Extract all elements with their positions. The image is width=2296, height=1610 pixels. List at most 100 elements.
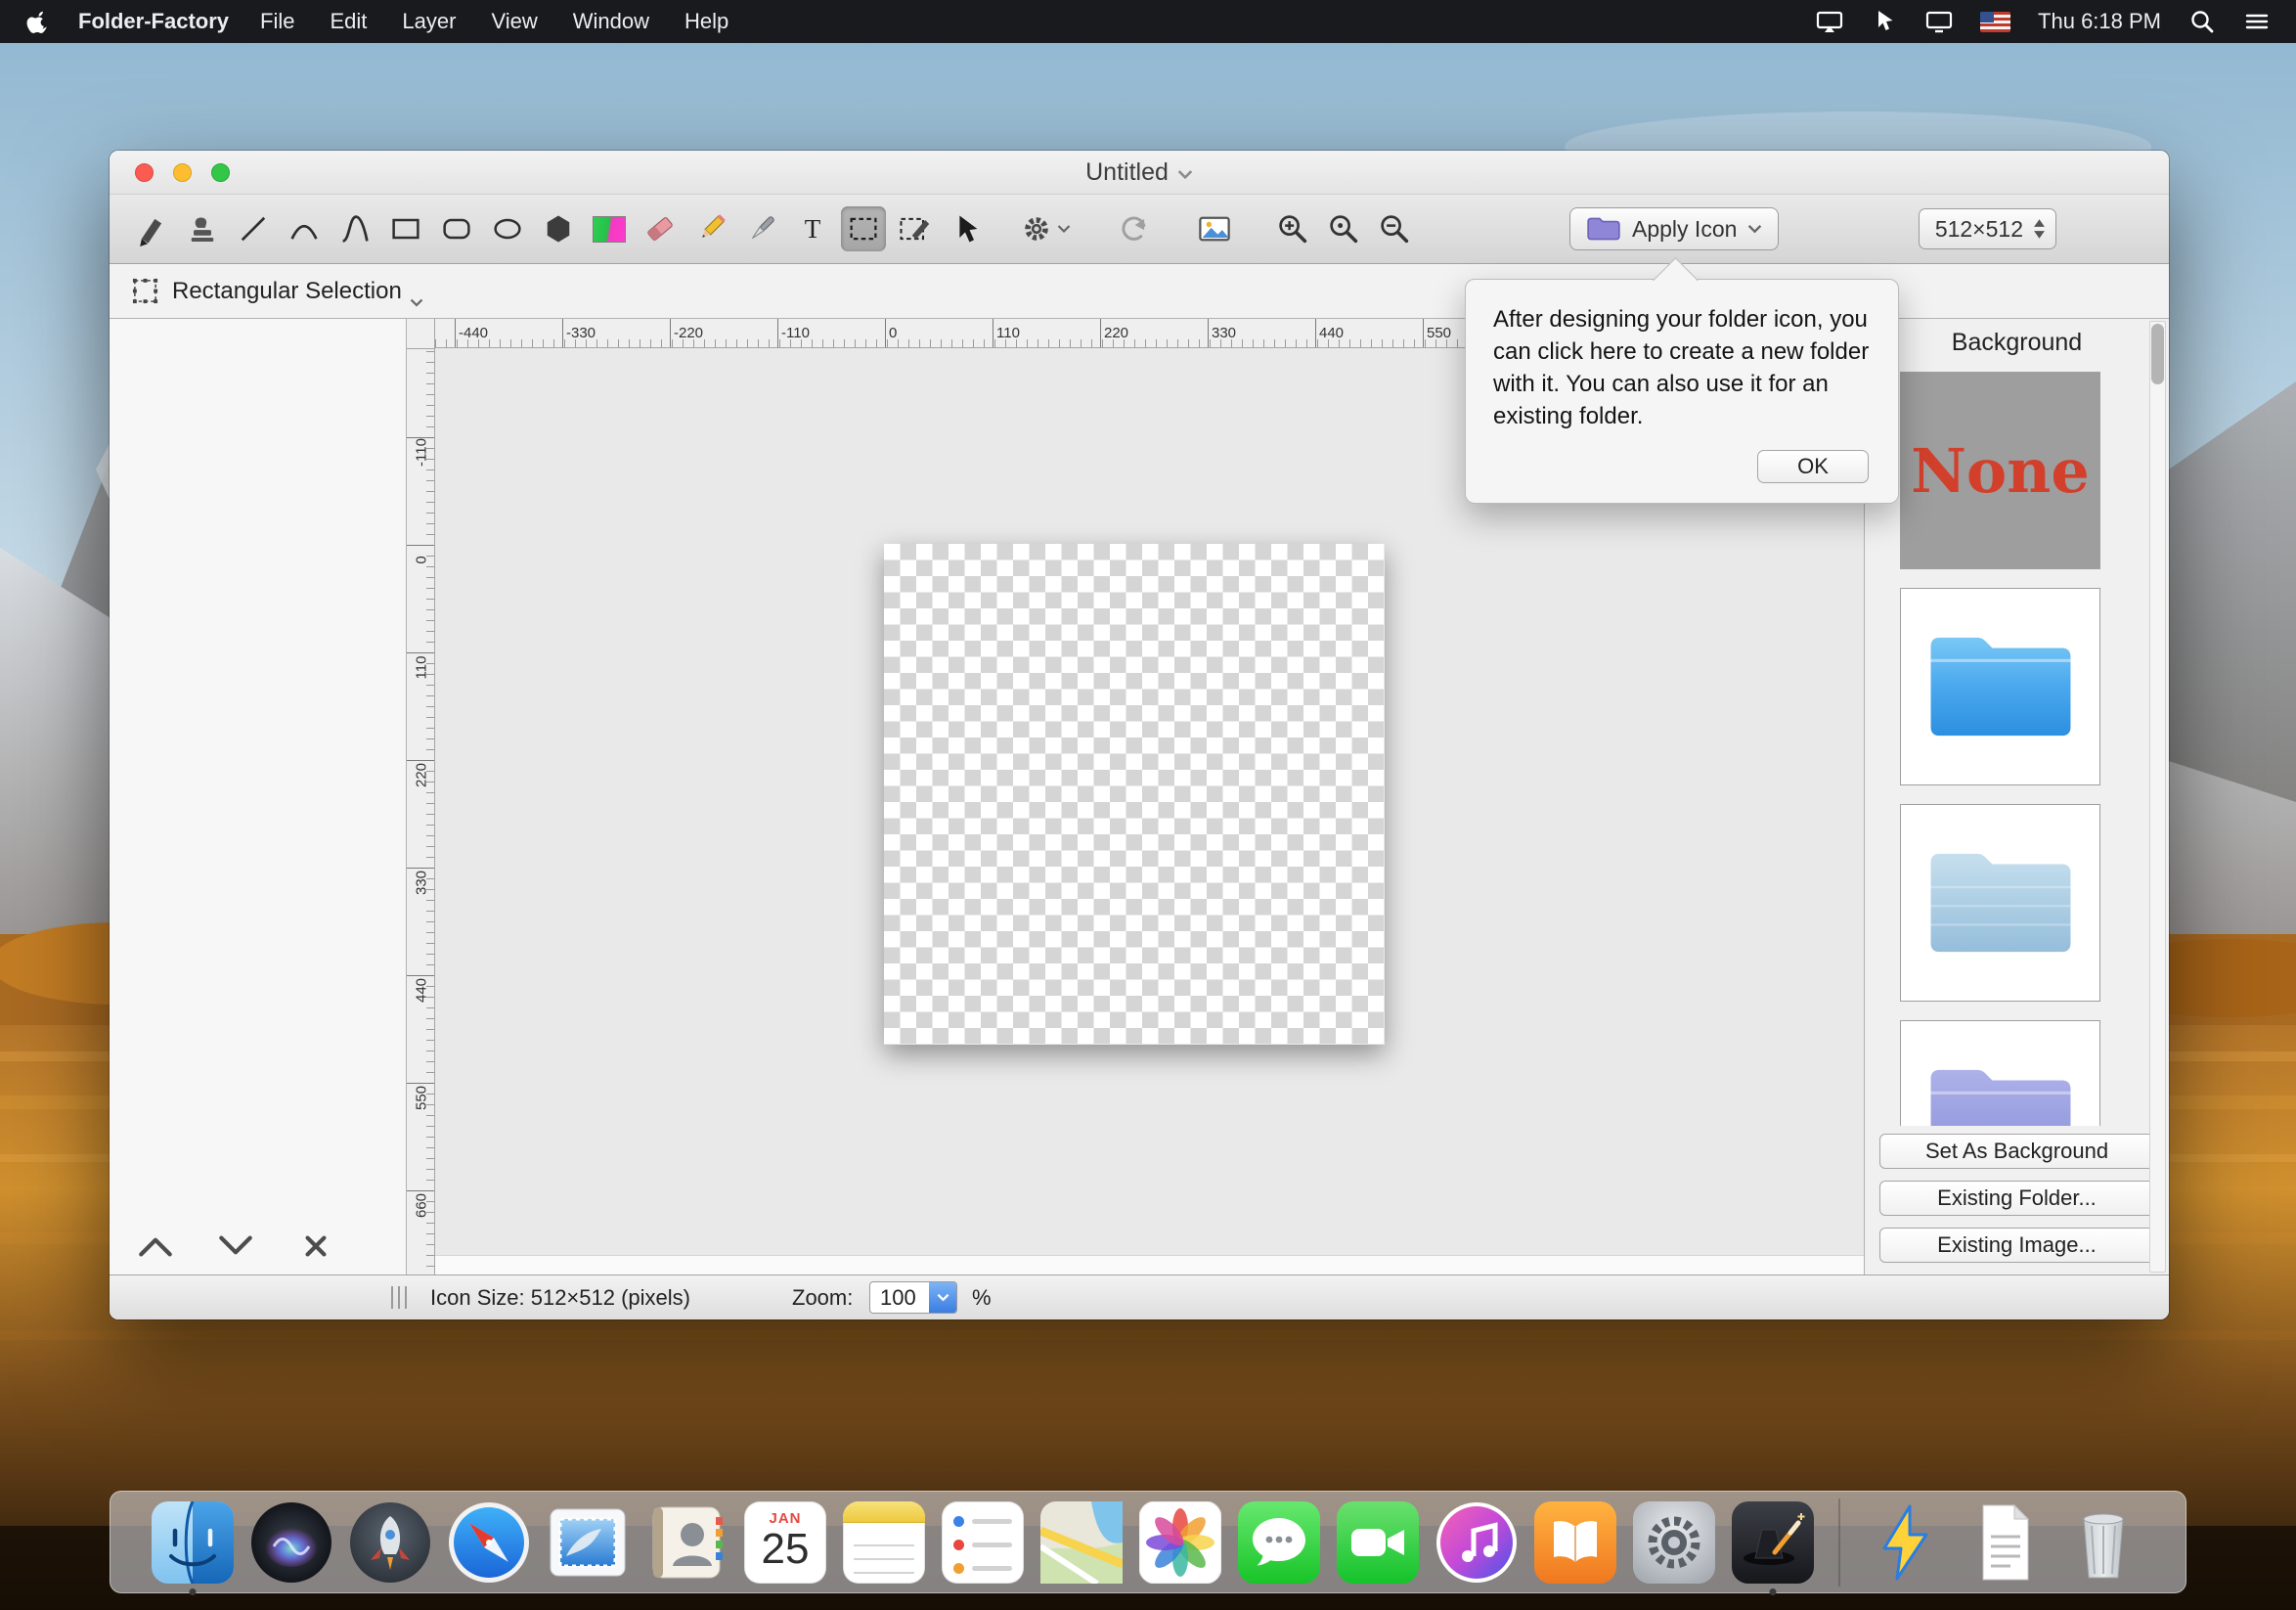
redo[interactable] [1112,206,1157,251]
apple-menu-icon[interactable] [25,9,51,34]
line-tool[interactable] [231,206,276,251]
spotlight-search-icon[interactable] [2188,8,2216,35]
transparent-canvas[interactable] [884,544,1385,1045]
input-source-flag-icon[interactable] [1980,12,2010,32]
dock-folder-factory[interactable] [1732,1501,1814,1584]
chevron-down-icon [410,287,423,295]
zoom-out[interactable] [1372,206,1417,251]
dock-contacts[interactable] [645,1501,728,1584]
color-swatch[interactable] [587,206,632,251]
layer-up-button[interactable] [133,1230,178,1263]
h-ruler-label: 330 [1212,325,1236,341]
background-item-folder-blue[interactable] [1900,588,2100,785]
menu-help[interactable]: Help [667,9,746,34]
rounded-rectangle-tool[interactable] [434,206,479,251]
dock-trash[interactable] [2062,1501,2144,1584]
layer-delete-button[interactable] [293,1230,338,1263]
menubar-clock[interactable]: Thu 6:18 PM [2038,9,2161,34]
zoom-in[interactable] [1270,206,1315,251]
dock-launchpad[interactable] [349,1501,431,1584]
zoom-button[interactable] [211,163,230,182]
dock-ibooks[interactable] [1534,1501,1616,1584]
menubar-app-name[interactable]: Folder-Factory [78,9,229,34]
icon-size-label: Icon Size: 512×512 (pixels) [430,1285,690,1311]
ellipse-tool[interactable] [485,206,530,251]
h-ruler-label: 0 [889,325,897,341]
v-ruler-label: 220 [414,754,428,797]
dock-calendar[interactable]: JAN25 [744,1501,826,1584]
notification-center-icon[interactable] [2243,8,2271,35]
menu-edit[interactable]: Edit [312,9,384,34]
pointer-device-icon[interactable] [1871,8,1898,35]
bezier-tool[interactable] [332,206,377,251]
set-as-background-button[interactable]: Set As Background [1879,1134,2155,1169]
pane-resize-grip[interactable] [391,1286,407,1309]
menu-window[interactable]: Window [555,9,667,34]
export-image[interactable] [1192,206,1237,251]
background-item-folder-light[interactable] [1900,804,2100,1002]
background-scrollbar[interactable] [2149,321,2166,1273]
size-stepper[interactable]: 512×512 [1919,208,2056,249]
dock-separator [1838,1498,1840,1587]
dock-messages[interactable] [1238,1501,1320,1584]
existing-image-button[interactable]: Existing Image... [1879,1228,2155,1263]
dock-finder[interactable] [152,1501,234,1584]
selection-mode-label: Rectangular Selection [172,278,402,305]
titlebar: Untitled [110,151,2169,195]
dock-maps[interactable] [1040,1501,1123,1584]
percent-label: % [972,1285,992,1311]
window-title-dropdown[interactable]: Untitled [1085,158,1193,187]
marquee-tool[interactable] [841,206,886,251]
menu-layer[interactable]: Layer [384,9,473,34]
text-tool[interactable]: T [790,206,835,251]
apply-icon-tooltip: After designing your folder icon, you ca… [1465,279,1899,504]
menu-file[interactable]: File [243,9,312,34]
knife-tool[interactable] [739,206,784,251]
layers-panel [110,319,407,1275]
dock-document[interactable] [1964,1501,2046,1584]
dock-notes[interactable] [843,1501,925,1584]
dock-lightning-app[interactable] [1865,1501,1947,1584]
selection-pen-tool[interactable] [892,206,937,251]
airplay-display-icon[interactable] [1816,8,1843,35]
tooltip-text: After designing your folder icon, you ca… [1493,303,1871,432]
dock: JAN25 [110,1491,2186,1593]
gear-menu[interactable] [1017,206,1073,251]
pencil-tool[interactable] [688,206,733,251]
zoom-select[interactable]: 100 [869,1281,957,1314]
calendar-month: JAN [744,1510,826,1527]
none-label: None [1911,435,2090,507]
close-button[interactable] [135,163,154,182]
zoom-label: Zoom: [792,1285,853,1311]
dock-itunes[interactable] [1435,1501,1518,1584]
canvas-horizontal-scrollbar[interactable] [435,1255,1864,1275]
rectangle-tool[interactable] [383,206,428,251]
polygon-tool[interactable] [536,206,581,251]
stamp-tool[interactable] [180,206,225,251]
h-ruler-label: -220 [674,325,703,341]
scrollbar-thumb[interactable] [2151,324,2164,384]
zoom-actual[interactable] [1321,206,1366,251]
minimize-button[interactable] [173,163,192,182]
dock-photos[interactable] [1139,1501,1221,1584]
dock-safari[interactable] [448,1501,530,1584]
dock-reminders[interactable] [942,1501,1024,1584]
display-icon[interactable] [1925,8,1953,35]
h-ruler-label: -110 [781,325,810,341]
pointer-tool[interactable] [943,206,988,251]
eraser-tool[interactable] [638,206,683,251]
background-item-none[interactable]: None [1900,372,2100,569]
selection-mode-dropdown[interactable]: Rectangular Selection [172,278,423,305]
dock-mail[interactable] [547,1501,629,1584]
layer-down-button[interactable] [213,1230,258,1263]
pen-tool[interactable] [129,206,174,251]
menu-view[interactable]: View [473,9,554,34]
dock-siri[interactable] [250,1501,332,1584]
dock-system-preferences[interactable] [1633,1501,1715,1584]
curve-tool[interactable] [282,206,327,251]
apply-icon-button[interactable]: Apply Icon [1569,207,1779,250]
dock-facetime[interactable] [1337,1501,1419,1584]
background-item-folder-purple[interactable] [1900,1020,2100,1126]
existing-folder-button[interactable]: Existing Folder... [1879,1181,2155,1216]
ok-button[interactable]: OK [1757,450,1869,483]
